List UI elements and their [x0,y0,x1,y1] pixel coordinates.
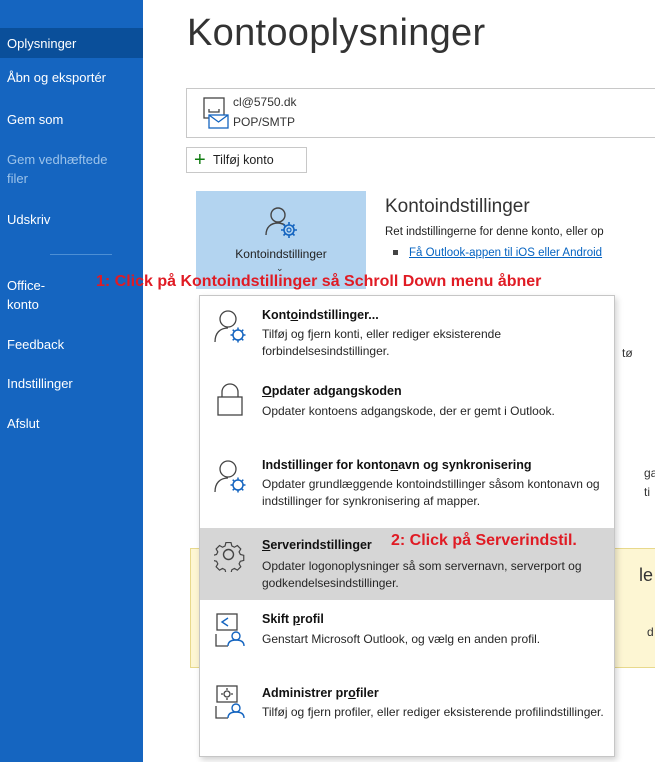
background-text-fragment: le [639,565,654,585]
menu-item-description: Tilføj og fjern konti, eller rediger eks… [262,327,501,358]
sidebar-item-gem-vedhaeftede-filer[interactable]: Gem vedhæftede filer [0,150,130,188]
menu-item-skift-profil[interactable]: Skift profil Genstart Microsoft Outlook,… [200,606,614,666]
account-type: POP/SMTP [233,115,296,129]
sidebar-item-udskriv[interactable]: Udskriv [0,210,143,229]
menu-item-title: Skift profil [262,612,324,626]
sidebar-item-feedback[interactable]: Feedback [0,335,143,354]
menu-item-description: Genstart Microsoft Outlook, og vælg en a… [262,632,541,646]
account-settings-tile-label: Kontoindstillinger [235,247,327,261]
menu-item-description: Tilføj og fjern profiler, eller rediger … [262,705,604,719]
section-title: Kontoindstillinger [385,196,530,217]
account-sync-icon [214,458,246,499]
sidebar: Oplysninger Åbn og eksportér Gem som Gem… [0,0,143,762]
menu-item-kontoindstillinger[interactable]: Kontoindstillinger... Tilføj og fjern ko… [200,302,614,360]
menu-item-description: Opdater kontoens adgangskode, der er gem… [262,404,555,418]
account-email: cl@5750.dk [233,95,297,109]
menu-item-opdater-adgangskoden[interactable]: Opdater adgangskoden Opdater kontoens ad… [200,374,614,428]
section-bullet: Få Outlook-appen til iOS eller Android [393,247,602,259]
switch-profile-icon [214,612,246,653]
background-text-fragment: ga [644,466,655,480]
plus-icon: + [194,149,206,171]
account-settings-icon [214,308,246,349]
menu-item-title: Indstillinger for kontonavn og synkronis… [262,458,532,472]
info-banner-edge: le d [614,548,655,668]
menu-item-administrer-profiler[interactable]: Administrer profiler Tilføj og fjern pro… [200,680,614,750]
menu-item-description: Opdater logonoplysninger så som serverna… [262,559,582,590]
page-title: Kontooplysninger [187,12,486,54]
menu-item-serverindstillinger[interactable]: Serverindstillinger Opdater logonoplysni… [200,528,614,600]
outlook-app-link[interactable]: Få Outlook-appen til iOS eller Android [409,247,602,259]
sidebar-item-gem-som[interactable]: Gem som [0,110,143,129]
menu-item-description: Opdater grundlæggende kontoindstillinger… [262,477,600,508]
add-account-button[interactable]: + Tilføj konto [186,147,307,173]
menu-item-kontonavn-synkronisering[interactable]: Indstillinger for kontonavn og synkronis… [200,452,614,522]
pop-account-icon [201,97,229,134]
background-text-fragment: d [647,625,654,639]
lock-icon [214,382,246,423]
menu-item-title: Kontoindstillinger... [262,308,379,322]
add-account-label: Tilføj konto [213,153,274,167]
sidebar-item-oplysninger[interactable]: Oplysninger [0,28,143,58]
annotation-step-1: 1: Click på Kontoindstillinger så Schrol… [96,273,542,290]
background-text-fragment: tø [622,346,633,360]
gear-icon [212,540,246,577]
menu-item-title: Administrer profiler [262,686,379,700]
sidebar-item-afslut[interactable]: Afslut [0,414,143,433]
sidebar-item-indstillinger[interactable]: Indstillinger [0,374,143,393]
sidebar-divider [50,254,112,255]
menu-item-title: Opdater adgangskoden [262,384,402,398]
manage-profiles-icon [214,684,246,725]
background-text-fragment: ti [644,485,650,499]
section-description: Ret indstillingerne for denne konto, ell… [385,226,604,238]
account-selector[interactable]: cl@5750.dk POP/SMTP [186,88,655,138]
sidebar-item-office-konto[interactable]: Office-konto [0,276,70,314]
account-settings-icon [264,205,298,244]
menu-item-title: Serverindstillinger [262,538,372,552]
sidebar-item-aabn-og-eksporter[interactable]: Åbn og eksportér [0,68,143,87]
bullet-icon [393,250,398,256]
annotation-step-2: 2: Click på Serverindstil. [391,532,577,549]
account-settings-dropdown: Kontoindstillinger... Tilføj og fjern ko… [199,295,615,757]
